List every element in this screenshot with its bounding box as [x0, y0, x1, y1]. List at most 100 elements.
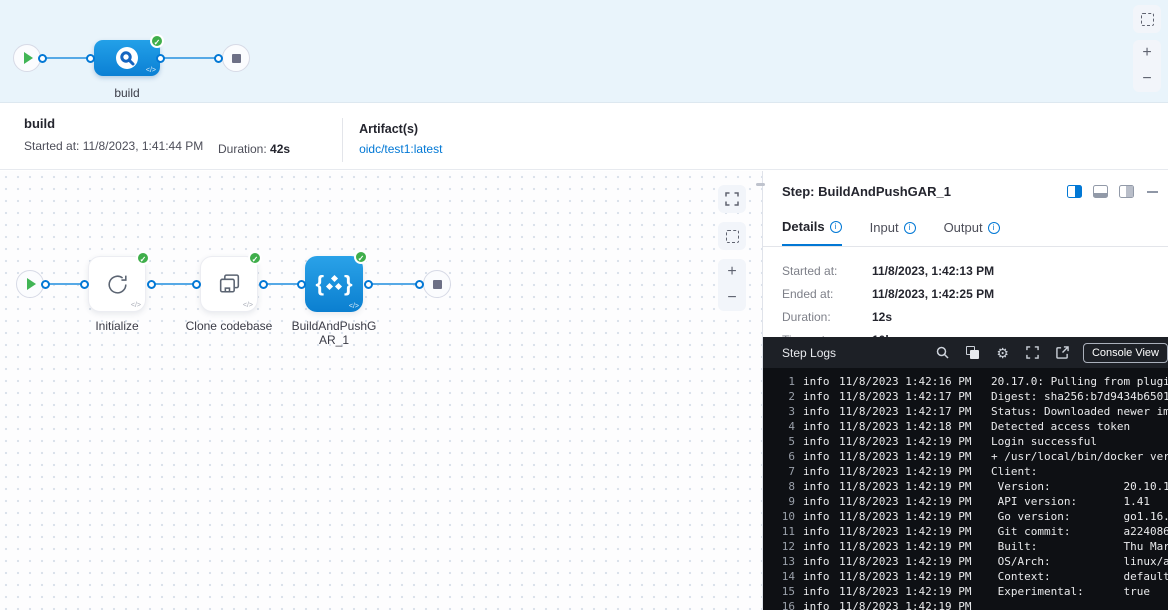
- log-message: Digest: sha256:b7d9434b65010f038f8ec: [991, 389, 1168, 404]
- log-line: 4 info 11/8/2023 1:42:18 PM Detected acc…: [771, 419, 1168, 434]
- node-port: [147, 280, 156, 289]
- step-logs-panel: Step Logs ⚙: [763, 337, 1168, 610]
- edge-connector: [152, 283, 195, 285]
- tab-details[interactable]: Details i: [782, 219, 842, 246]
- log-timestamp: 11/8/2023 1:42:19 PM: [839, 599, 979, 610]
- band-zoom-controls: + −: [1133, 40, 1161, 92]
- log-message: Experimental: true: [991, 584, 1168, 599]
- log-level: info: [803, 374, 831, 389]
- info-icon: i: [904, 222, 916, 234]
- layout-bottom-panel-button[interactable]: [1093, 185, 1108, 198]
- stage-start-node[interactable]: [13, 44, 41, 72]
- layout-right-panel-button[interactable]: [1067, 185, 1082, 198]
- log-line: 1 info 11/8/2023 1:42:16 PM 20.17.0: Pul…: [771, 374, 1168, 389]
- copy-logs-button[interactable]: [966, 346, 979, 359]
- play-icon: [27, 278, 36, 290]
- log-settings-button[interactable]: ⚙: [996, 346, 1009, 360]
- log-level: info: [803, 539, 831, 554]
- node-port: [41, 280, 50, 289]
- log-line-number: 8: [771, 479, 795, 494]
- log-line-number: 5: [771, 434, 795, 449]
- log-timestamp: 11/8/2023 1:42:19 PM: [839, 569, 979, 584]
- success-check-icon: ✓: [354, 250, 368, 264]
- panel-resize-handle[interactable]: [756, 183, 765, 186]
- log-level: info: [803, 494, 831, 509]
- step-graph-canvas[interactable]: ✓ </> ✓ </> { }: [0, 171, 762, 610]
- marquee-select-button[interactable]: [718, 222, 746, 250]
- log-line-number: 3: [771, 404, 795, 419]
- zoom-in-button[interactable]: +: [1133, 40, 1161, 66]
- log-timestamp: 11/8/2023 1:42:19 PM: [839, 539, 979, 554]
- node-port: [214, 54, 223, 63]
- node-port: [156, 54, 165, 63]
- log-message: Context: default: [991, 569, 1168, 584]
- log-line-number: 7: [771, 464, 795, 479]
- marquee-select-button[interactable]: [1133, 5, 1161, 33]
- fit-to-screen-button[interactable]: [718, 185, 746, 213]
- log-line-number: 16: [771, 599, 795, 610]
- log-level: info: [803, 449, 831, 464]
- step-node-initialize[interactable]: ✓ </>: [88, 256, 146, 312]
- log-line-number: 6: [771, 449, 795, 464]
- log-level: info: [803, 569, 831, 584]
- log-timestamp: 11/8/2023 1:42:19 PM: [839, 494, 979, 509]
- gar-registry-icon: { }: [315, 271, 352, 297]
- step-end-node[interactable]: [423, 270, 451, 298]
- brace-close: }: [344, 271, 353, 297]
- stage-node-build[interactable]: ✓ </>: [94, 40, 160, 76]
- log-line: 3 info 11/8/2023 1:42:17 PM Status: Down…: [771, 404, 1168, 419]
- log-level: info: [803, 434, 831, 449]
- log-line: 2 info 11/8/2023 1:42:17 PM Digest: sha2…: [771, 389, 1168, 404]
- log-line: 12 info 11/8/2023 1:42:19 PM Built: Thu …: [771, 539, 1168, 554]
- log-timestamp: 11/8/2023 1:42:19 PM: [839, 464, 979, 479]
- tab-output[interactable]: Output i: [944, 219, 1000, 246]
- log-line-number: 2: [771, 389, 795, 404]
- stage-end-node[interactable]: [222, 44, 250, 72]
- log-line: 14 info 11/8/2023 1:42:19 PM Context: de…: [771, 569, 1168, 584]
- step-node-clone-codebase[interactable]: ✓ </>: [200, 256, 258, 312]
- build-info-bar: build Started at: 11/8/2023, 1:41:44 PM …: [0, 104, 1168, 170]
- log-timestamp: 11/8/2023 1:42:19 PM: [839, 434, 979, 449]
- log-level: info: [803, 554, 831, 569]
- tab-label: Input: [870, 220, 899, 235]
- log-message: API version: 1.41: [991, 494, 1168, 509]
- step-node-buildandpushgar[interactable]: { } ✓ </>: [305, 256, 363, 312]
- log-line-number: 4: [771, 419, 795, 434]
- log-line: 13 info 11/8/2023 1:42:19 PM OS/Arch: li…: [771, 554, 1168, 569]
- log-timestamp: 11/8/2023 1:42:17 PM: [839, 404, 979, 419]
- artifact-link[interactable]: oidc/test1:latest: [359, 142, 442, 156]
- build-summary: build Started at: 11/8/2023, 1:41:44 PM: [24, 116, 218, 153]
- edge-connector: [163, 57, 218, 59]
- step-start-node[interactable]: [16, 270, 44, 298]
- dashed-square-icon: [726, 230, 739, 243]
- detail-row: Started at: 11/8/2023, 1:42:13 PM: [782, 264, 1168, 278]
- minimize-panel-button[interactable]: [1147, 191, 1158, 193]
- zoom-out-button[interactable]: −: [718, 285, 746, 311]
- step-panel-title: Step: BuildAndPushGAR_1: [782, 184, 1056, 199]
- log-timestamp: 11/8/2023 1:42:19 PM: [839, 449, 979, 464]
- log-line: 11 info 11/8/2023 1:42:19 PM Git commit:…: [771, 524, 1168, 539]
- detail-value: 11/8/2023, 1:42:13 PM: [872, 264, 994, 278]
- log-line: 5 info 11/8/2023 1:42:19 PM Login succes…: [771, 434, 1168, 449]
- log-line-number: 13: [771, 554, 795, 569]
- open-logs-external-button[interactable]: [1056, 346, 1069, 359]
- log-level: info: [803, 419, 831, 434]
- artifacts-block: Artifact(s) oidc/test1:latest: [359, 116, 442, 156]
- code-icon: </>: [131, 302, 141, 309]
- zoom-in-button[interactable]: +: [718, 259, 746, 285]
- artifacts-label: Artifact(s): [359, 122, 442, 136]
- external-link-icon: [1056, 346, 1069, 359]
- log-timestamp: 11/8/2023 1:42:19 PM: [839, 479, 979, 494]
- divider: [342, 118, 343, 162]
- log-lines[interactable]: 1 info 11/8/2023 1:42:16 PM 20.17.0: Pul…: [763, 368, 1168, 610]
- tab-input[interactable]: Input i: [870, 219, 916, 246]
- expand-logs-button[interactable]: [1026, 346, 1039, 359]
- node-port: [80, 280, 89, 289]
- console-view-button[interactable]: Console View: [1083, 343, 1168, 363]
- zoom-out-button[interactable]: −: [1133, 66, 1161, 92]
- fullscreen-icon: [1026, 346, 1039, 359]
- log-message: 20.17.0: Pulling from plugins/gar: [991, 374, 1168, 389]
- log-line-number: 11: [771, 524, 795, 539]
- search-logs-button[interactable]: [936, 346, 949, 359]
- layout-split-panel-button[interactable]: [1119, 185, 1134, 198]
